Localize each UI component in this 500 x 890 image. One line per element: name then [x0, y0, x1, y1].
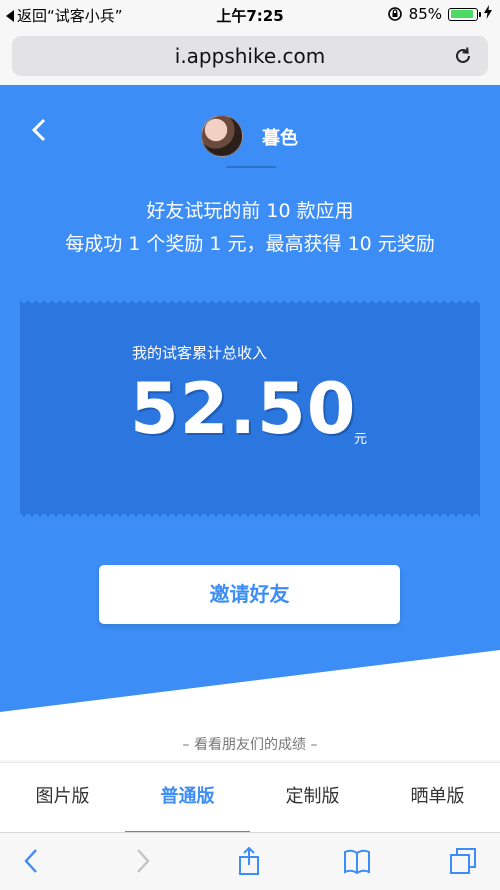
reward-description-line2: 每成功 1 个奖励 1 元，最高获得 10 元奖励 — [65, 233, 435, 255]
username: 暮色 — [262, 128, 298, 149]
earnings-label: 我的试客累计总收入 — [132, 344, 268, 362]
status-right-group: 85% — [387, 5, 492, 23]
tab-normal-version[interactable]: 普通版 — [125, 763, 250, 833]
version-tabs: 图片版 普通版 定制版 晒单版 — [0, 762, 500, 833]
status-bar: 返回“试客小兵” 上午7:25 85% — [0, 0, 500, 30]
url-text: i.appshike.com — [174, 44, 326, 68]
url-field[interactable]: i.appshike.com — [12, 36, 488, 76]
share-icon[interactable] — [234, 846, 264, 876]
tab-showcase-version[interactable]: 晒单版 — [375, 763, 500, 833]
header-divider — [226, 166, 276, 168]
reload-icon[interactable] — [452, 45, 474, 67]
battery-percent: 85% — [408, 5, 442, 23]
earnings-unit: 元 — [354, 432, 368, 447]
back-icon[interactable] — [18, 846, 48, 876]
bookmarks-icon[interactable] — [342, 846, 372, 876]
screen: 返回“试客小兵” 上午7:25 85% i.appshike.com 暮色 好友… — [0, 0, 500, 890]
charging-icon — [484, 5, 492, 23]
tabs-icon[interactable] — [448, 846, 478, 876]
back-arrow-icon[interactable] — [30, 118, 50, 142]
avatar[interactable] — [201, 115, 243, 157]
invite-friends-button[interactable]: 邀请好友 — [99, 565, 400, 624]
browser-toolbar — [0, 832, 500, 890]
battery-icon — [448, 7, 481, 21]
lock-rotation-icon — [387, 6, 403, 22]
earnings-card: 我的试客累计总收入 52.50 元 — [20, 300, 480, 517]
tab-image-version[interactable]: 图片版 — [0, 763, 125, 833]
friends-results-caption: – 看看朋友们的成绩 – — [182, 737, 318, 753]
forward-icon[interactable] — [126, 846, 156, 876]
earnings-amount: 52.50 — [130, 368, 357, 450]
address-bar: i.appshike.com — [0, 30, 500, 85]
reward-description-line1: 好友试玩的前 10 款应用 — [146, 200, 354, 222]
tab-custom-version[interactable]: 定制版 — [250, 763, 375, 833]
